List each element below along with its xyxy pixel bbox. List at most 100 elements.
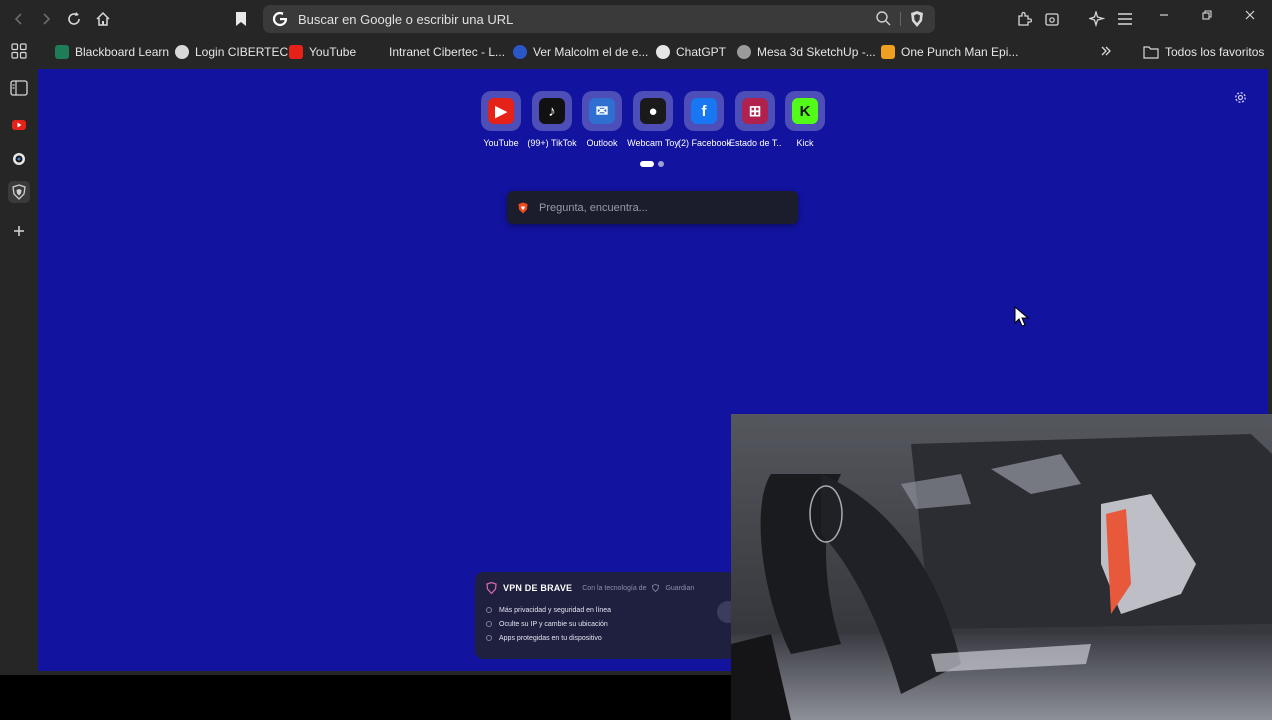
vpn-title: VPN DE BRAVE bbox=[503, 583, 573, 593]
more-bookmarks-button[interactable] bbox=[1095, 40, 1117, 62]
leo-ai-button[interactable] bbox=[1086, 8, 1108, 30]
page-dot-2[interactable] bbox=[658, 161, 664, 167]
bookmark-label: One Punch Man Epi... bbox=[901, 45, 1019, 59]
top-site-tile[interactable]: ✉ bbox=[582, 91, 622, 131]
search-box[interactable] bbox=[507, 191, 798, 224]
vpn-features: Más privacidad y seguridad en línea Ocul… bbox=[486, 603, 611, 645]
bookmark-button[interactable] bbox=[230, 8, 252, 30]
wallet-button[interactable] bbox=[1041, 8, 1063, 30]
all-bookmarks-folder[interactable]: Todos los favoritos bbox=[1143, 43, 1264, 61]
bookmark-label: Mesa 3d SketchUp -... bbox=[757, 45, 876, 59]
webcam-icon bbox=[13, 153, 25, 165]
vpn-shield-icon bbox=[486, 582, 497, 594]
bookmark-label: Blackboard Learn bbox=[75, 45, 170, 59]
bookmark-intranet[interactable]: Intranet Cibertec - L... bbox=[369, 43, 505, 61]
top-site-tile[interactable]: ▶ bbox=[481, 91, 521, 131]
sparkle-icon bbox=[1089, 11, 1105, 27]
address-separator bbox=[900, 12, 901, 26]
bookmarks-bar: Blackboard Learn Login CIBERTEC YouTube … bbox=[0, 38, 1272, 66]
youtube-icon bbox=[12, 120, 26, 130]
guardian-shield-icon bbox=[652, 584, 660, 592]
bookmark-one-punch-man[interactable]: One Punch Man Epi... bbox=[881, 43, 1018, 61]
back-button[interactable] bbox=[8, 8, 30, 30]
vpn-feature-text: Más privacidad y seguridad en línea bbox=[499, 606, 612, 614]
customize-button[interactable] bbox=[1232, 91, 1248, 107]
address-input[interactable] bbox=[298, 9, 858, 29]
top-site-label[interactable]: Estado de T... bbox=[729, 138, 781, 148]
google-icon bbox=[272, 11, 288, 27]
top-site-label[interactable]: (2) Facebook bbox=[678, 138, 730, 148]
reload-button[interactable] bbox=[63, 8, 85, 30]
top-site-tile[interactable]: ● bbox=[633, 91, 673, 131]
anime-site-icon bbox=[881, 45, 895, 59]
vpn-powered-by: Con la tecnología de bbox=[582, 584, 647, 592]
top-site-label[interactable]: Outlook bbox=[576, 138, 628, 148]
folder-icon bbox=[1143, 46, 1159, 59]
sketchup-icon bbox=[737, 45, 751, 59]
top-site-tile[interactable]: f bbox=[684, 91, 724, 131]
apps-button[interactable] bbox=[8, 40, 30, 62]
bookmark-youtube[interactable]: YouTube bbox=[289, 43, 356, 61]
sidebar-webcam-toy[interactable] bbox=[8, 148, 30, 170]
sidebar-add-button[interactable] bbox=[8, 220, 30, 242]
extensions-button[interactable] bbox=[1013, 8, 1035, 30]
top-site-label[interactable]: Webcam Toy bbox=[627, 138, 679, 148]
brave-shields-icon[interactable] bbox=[908, 10, 926, 28]
sidebar-toggle-button[interactable] bbox=[8, 77, 30, 99]
webcam-toy-icon: ● bbox=[640, 98, 666, 124]
menu-button[interactable] bbox=[1114, 8, 1136, 30]
sidebar-vpn[interactable] bbox=[8, 181, 30, 203]
top-site-label[interactable]: (99+) TikTok bbox=[526, 138, 578, 148]
page-dot-1[interactable] bbox=[640, 161, 654, 167]
kick-icon: K bbox=[792, 98, 818, 124]
bookmark-cibertec-login[interactable]: Login CIBERTEC bbox=[175, 43, 288, 61]
vpn-feature: Más privacidad y seguridad en línea bbox=[486, 603, 611, 617]
home-button[interactable] bbox=[92, 8, 114, 30]
top-site-label[interactable]: YouTube bbox=[475, 138, 527, 148]
top-site-label[interactable]: Kick bbox=[779, 138, 831, 148]
top-site-tile[interactable]: ♪ bbox=[532, 91, 572, 131]
vpn-feature: Oculte su IP y cambie su ubicación bbox=[486, 617, 611, 631]
bookmark-icon bbox=[236, 12, 246, 26]
restore-button[interactable] bbox=[1193, 4, 1221, 26]
vpn-header: VPN DE BRAVE Con la tecnología de Guardi… bbox=[486, 582, 694, 594]
webcam-image bbox=[731, 414, 1272, 720]
youtube-icon: ▶ bbox=[488, 98, 514, 124]
sidebar-panel-icon bbox=[10, 80, 28, 96]
bookmark-label: ChatGPT bbox=[676, 45, 727, 59]
bookmark-label: Intranet Cibertec - L... bbox=[389, 45, 506, 59]
bookmark-malcolm[interactable]: Ver Malcolm el de e... bbox=[513, 43, 648, 61]
forward-button[interactable] bbox=[35, 8, 57, 30]
top-site-tile[interactable]: ⊞ bbox=[735, 91, 775, 131]
top-site-tile[interactable]: K bbox=[785, 91, 825, 131]
close-icon bbox=[1245, 10, 1255, 20]
youtube-icon bbox=[289, 45, 303, 59]
video-site-icon bbox=[513, 45, 527, 59]
zoom-icon[interactable] bbox=[874, 10, 892, 28]
search-input[interactable] bbox=[539, 198, 789, 218]
bookmark-label: YouTube bbox=[309, 45, 357, 59]
vpn-card[interactable]: VPN DE BRAVE Con la tecnología de Guardi… bbox=[475, 572, 739, 659]
close-window-button[interactable] bbox=[1236, 4, 1264, 26]
outlook-icon: ✉ bbox=[589, 98, 615, 124]
estado-icon: ⊞ bbox=[742, 98, 768, 124]
minimize-button[interactable] bbox=[1150, 4, 1178, 26]
bookmark-blackboard[interactable]: Blackboard Learn bbox=[55, 43, 169, 61]
bookmark-sketchup[interactable]: Mesa 3d SketchUp -... bbox=[737, 43, 876, 61]
sidebar-youtube[interactable] bbox=[8, 114, 30, 136]
apps-grid-icon bbox=[11, 43, 27, 59]
facebook-icon: f bbox=[691, 98, 717, 124]
vpn-feature: Apps protegidas en tu dispositivo bbox=[486, 631, 611, 645]
all-bookmarks-label: Todos los favoritos bbox=[1165, 45, 1265, 59]
back-arrow-icon bbox=[14, 13, 22, 25]
chatgpt-icon bbox=[656, 45, 670, 59]
gear-icon bbox=[1234, 92, 1246, 103]
vpn-feature-text: Oculte su IP y cambie su ubicación bbox=[499, 620, 608, 628]
shield-icon bbox=[12, 184, 26, 200]
home-icon bbox=[96, 11, 110, 26]
address-bar[interactable] bbox=[263, 5, 935, 33]
wallet-icon bbox=[1045, 13, 1059, 26]
mouse-cursor-icon bbox=[1014, 306, 1030, 327]
blackboard-icon bbox=[55, 45, 69, 59]
bookmark-chatgpt[interactable]: ChatGPT bbox=[656, 43, 726, 61]
